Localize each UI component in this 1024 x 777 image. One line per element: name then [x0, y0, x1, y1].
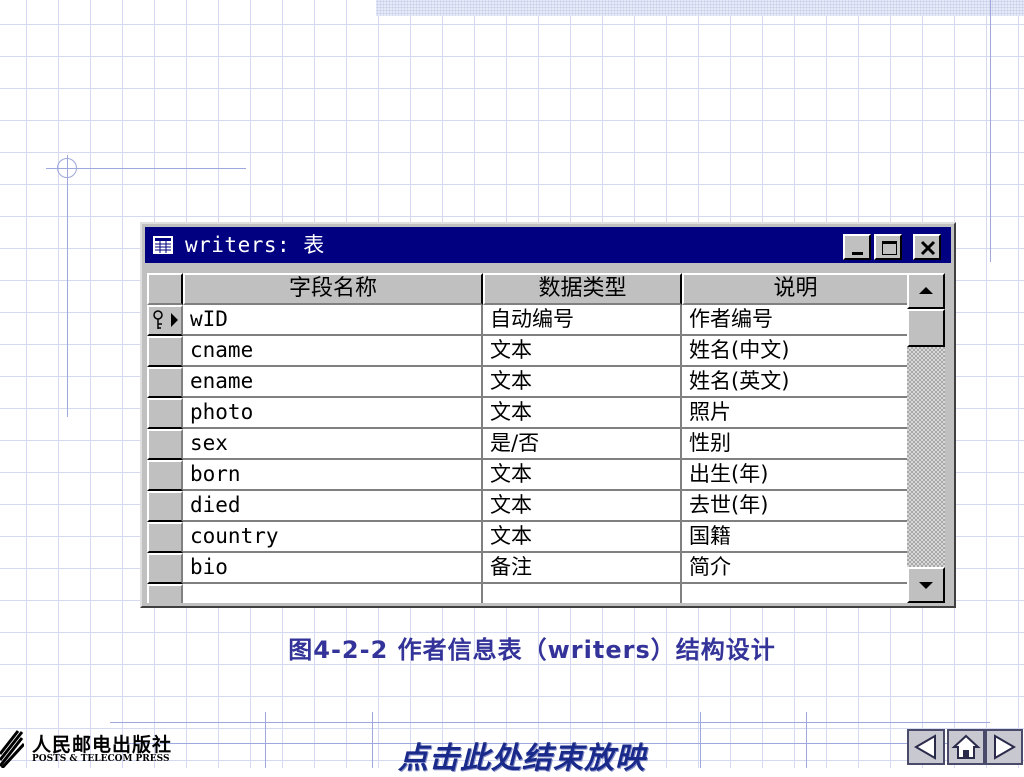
primary-key-icon	[153, 310, 178, 329]
table-row[interactable]: sex 是/否 性别	[147, 429, 909, 460]
cell-description[interactable]: 姓名(英文)	[682, 367, 909, 398]
header-data-type[interactable]: 数据类型	[483, 273, 682, 305]
decorative-line	[700, 712, 701, 768]
table-row[interactable]: died 文本 去世(年)	[147, 491, 909, 522]
cell-description[interactable]	[682, 584, 909, 603]
cell-field-name[interactable]: country	[183, 522, 483, 553]
table-row[interactable]	[147, 584, 909, 603]
header-description[interactable]: 说明	[682, 273, 909, 305]
cell-description[interactable]: 简介	[682, 553, 909, 584]
scroll-down-button[interactable]	[907, 567, 945, 603]
table-design-window: writers: 表 字段名称 数据类型 说明 wID 自动编号 作者编号 cn…	[140, 222, 956, 608]
cell-data-type[interactable]	[483, 584, 682, 603]
close-button[interactable]	[913, 234, 941, 260]
minimize-button[interactable]	[843, 234, 871, 260]
arrow-down-icon	[919, 582, 933, 589]
table-row[interactable]: wID 自动编号 作者编号	[147, 305, 909, 336]
cell-data-type[interactable]: 自动编号	[483, 305, 682, 336]
cell-data-type[interactable]: 文本	[483, 522, 682, 553]
nav-home-button[interactable]	[947, 729, 985, 765]
cell-data-type[interactable]: 是/否	[483, 429, 682, 460]
scroll-up-button[interactable]	[907, 273, 945, 309]
cell-data-type[interactable]: 文本	[483, 336, 682, 367]
vertical-scrollbar[interactable]	[907, 273, 945, 603]
table-row[interactable]: born 文本 出生(年)	[147, 460, 909, 491]
grid-header: 字段名称 数据类型 说明	[147, 273, 909, 305]
top-decorative-band	[376, 0, 1024, 16]
table-row[interactable]: country 文本 国籍	[147, 522, 909, 553]
maximize-icon	[882, 241, 897, 255]
cell-field-name[interactable]: born	[183, 460, 483, 491]
scroll-thumb[interactable]	[907, 309, 945, 347]
cell-field-name[interactable]: photo	[183, 398, 483, 429]
decorative-line	[110, 722, 990, 723]
close-icon	[920, 240, 936, 256]
cell-description[interactable]: 姓名(中文)	[682, 336, 909, 367]
row-selector[interactable]	[147, 553, 183, 584]
minimize-icon	[852, 252, 863, 255]
end-show-link[interactable]: 点击此处结束放映	[398, 733, 646, 777]
field-design-grid: 字段名称 数据类型 说明 wID 自动编号 作者编号 cname 文本 姓名(中…	[147, 273, 909, 603]
cell-field-name[interactable]: ename	[183, 367, 483, 398]
row-selector[interactable]	[147, 584, 183, 603]
publisher-name-en: POSTS & TELECOM PRESS	[32, 754, 170, 764]
cell-description[interactable]: 性别	[682, 429, 909, 460]
decorative-line	[67, 155, 68, 417]
row-selector[interactable]	[147, 429, 183, 460]
cell-field-name[interactable]: bio	[183, 553, 483, 584]
table-row[interactable]: bio 备注 简介	[147, 553, 909, 584]
row-selector[interactable]	[147, 336, 183, 367]
table-row[interactable]: photo 文本 照片	[147, 398, 909, 429]
nav-next-button[interactable]	[985, 729, 1023, 765]
row-selector[interactable]	[147, 367, 183, 398]
row-selector[interactable]	[147, 305, 183, 336]
decorative-line	[806, 712, 807, 768]
cell-field-name[interactable]: died	[183, 491, 483, 522]
table-row[interactable]: cname 文本 姓名(中文)	[147, 336, 909, 367]
maximize-button[interactable]	[874, 234, 902, 260]
table-row[interactable]: ename 文本 姓名(英文)	[147, 367, 909, 398]
table-icon	[153, 236, 173, 254]
cell-description[interactable]: 作者编号	[682, 305, 909, 336]
cell-field-name[interactable]: cname	[183, 336, 483, 367]
window-titlebar[interactable]: writers: 表	[145, 227, 951, 263]
row-selector[interactable]	[147, 398, 183, 429]
row-selector[interactable]	[147, 491, 183, 522]
decorative-line	[990, 0, 991, 262]
cell-data-type[interactable]: 文本	[483, 460, 682, 491]
cell-field-name[interactable]	[183, 584, 483, 603]
cell-data-type[interactable]: 文本	[483, 491, 682, 522]
row-selector[interactable]	[147, 522, 183, 553]
publisher-name-cn: 人民邮电出版社	[32, 734, 173, 756]
decorative-line	[372, 712, 373, 768]
cell-data-type[interactable]: 备注	[483, 553, 682, 584]
header-field-name[interactable]: 字段名称	[183, 273, 483, 305]
window-title: writers: 表	[185, 233, 325, 257]
cell-data-type[interactable]: 文本	[483, 398, 682, 429]
triangle-left-icon	[914, 734, 936, 760]
arrow-up-icon	[919, 287, 933, 294]
publisher-logo-icon	[0, 730, 24, 768]
cell-field-name[interactable]: wID	[183, 305, 483, 336]
decorative-line	[265, 712, 266, 768]
cell-description[interactable]: 国籍	[682, 522, 909, 553]
cell-field-name[interactable]: sex	[183, 429, 483, 460]
nav-prev-button[interactable]	[907, 729, 945, 765]
header-selector	[147, 273, 183, 305]
figure-caption: 图4-2-2 作者信息表（writers）结构设计	[288, 636, 776, 664]
cell-description[interactable]: 去世(年)	[682, 491, 909, 522]
cell-data-type[interactable]: 文本	[483, 367, 682, 398]
row-selector[interactable]	[147, 460, 183, 491]
triangle-right-icon	[994, 734, 1016, 760]
home-icon	[951, 734, 981, 759]
decorative-circle	[57, 158, 77, 178]
cell-description[interactable]: 出生(年)	[682, 460, 909, 491]
cell-description[interactable]: 照片	[682, 398, 909, 429]
